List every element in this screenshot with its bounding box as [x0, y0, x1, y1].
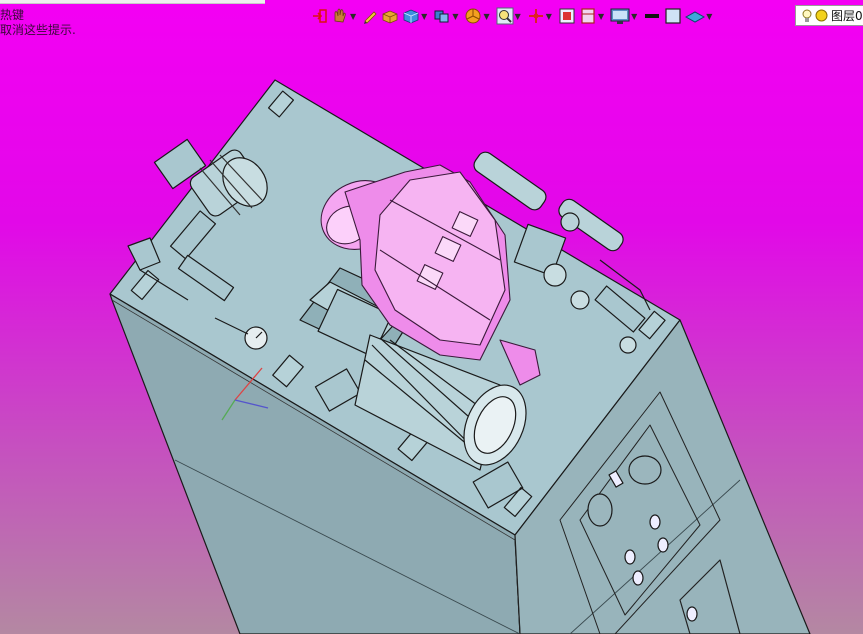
- layers-view-button[interactable]: ▼: [433, 5, 461, 27]
- layer-label: 图层0: [831, 9, 863, 23]
- axis-button[interactable]: ▼: [527, 5, 555, 27]
- sun-yellow-icon: [815, 9, 828, 22]
- hand-pan-icon: [334, 8, 346, 23]
- chevron-down-icon[interactable]: ▼: [631, 12, 637, 21]
- chevron-down-icon[interactable]: ▼: [483, 12, 489, 21]
- exit-arrow-button[interactable]: [312, 5, 328, 27]
- layers-view-icon: [434, 10, 449, 23]
- zoom-button[interactable]: ▼: [496, 5, 524, 27]
- cube-view-icon: [403, 9, 419, 24]
- color-picker-button[interactable]: [664, 5, 682, 27]
- pen-sketch-icon: [364, 11, 377, 24]
- box-solid-icon: [382, 10, 398, 24]
- chevron-down-icon[interactable]: ▼: [598, 12, 604, 21]
- chevron-down-icon[interactable]: ▼: [706, 12, 712, 21]
- chevron-down-icon[interactable]: ▼: [515, 12, 521, 21]
- axis-cross-icon: [528, 9, 543, 23]
- plane-layer-icon: [685, 11, 706, 23]
- display-button[interactable]: ▼: [610, 5, 640, 27]
- cad-toolbar: ▼ ▼ ▼ ▼ ▼ ▼ ▼ ▼ ▼: [312, 4, 863, 28]
- section-box-button[interactable]: ▼: [579, 5, 607, 27]
- layer-selector[interactable]: 图层0: [795, 5, 863, 26]
- pie-render-icon: [465, 8, 481, 24]
- render-button[interactable]: ▼: [464, 5, 492, 27]
- exit-arrow-icon: [313, 9, 327, 23]
- zoom-search-icon: [496, 7, 514, 25]
- solid-box-button[interactable]: [381, 5, 399, 27]
- chevron-down-icon[interactable]: ▼: [350, 12, 356, 21]
- line-style-button[interactable]: [643, 5, 661, 27]
- plane-layer-button[interactable]: ▼: [685, 5, 715, 27]
- fit-frame-icon: [559, 8, 575, 24]
- black-line-icon: [645, 14, 660, 18]
- cube-view-button[interactable]: ▼: [402, 5, 430, 27]
- square-color-icon: [665, 8, 681, 24]
- fit-frame-button[interactable]: [558, 5, 576, 27]
- cad-3d-viewport[interactable]: [0, 0, 863, 634]
- chevron-down-icon[interactable]: ▼: [421, 12, 427, 21]
- lightbulb-icon: [802, 9, 812, 22]
- chevron-down-icon[interactable]: ▼: [452, 12, 458, 21]
- section-box-icon: [581, 8, 595, 24]
- sketch-button[interactable]: [362, 5, 378, 27]
- pan-tool-button[interactable]: ▼: [331, 5, 359, 27]
- chevron-down-icon[interactable]: ▼: [546, 12, 552, 21]
- monitor-display-icon: [610, 8, 630, 24]
